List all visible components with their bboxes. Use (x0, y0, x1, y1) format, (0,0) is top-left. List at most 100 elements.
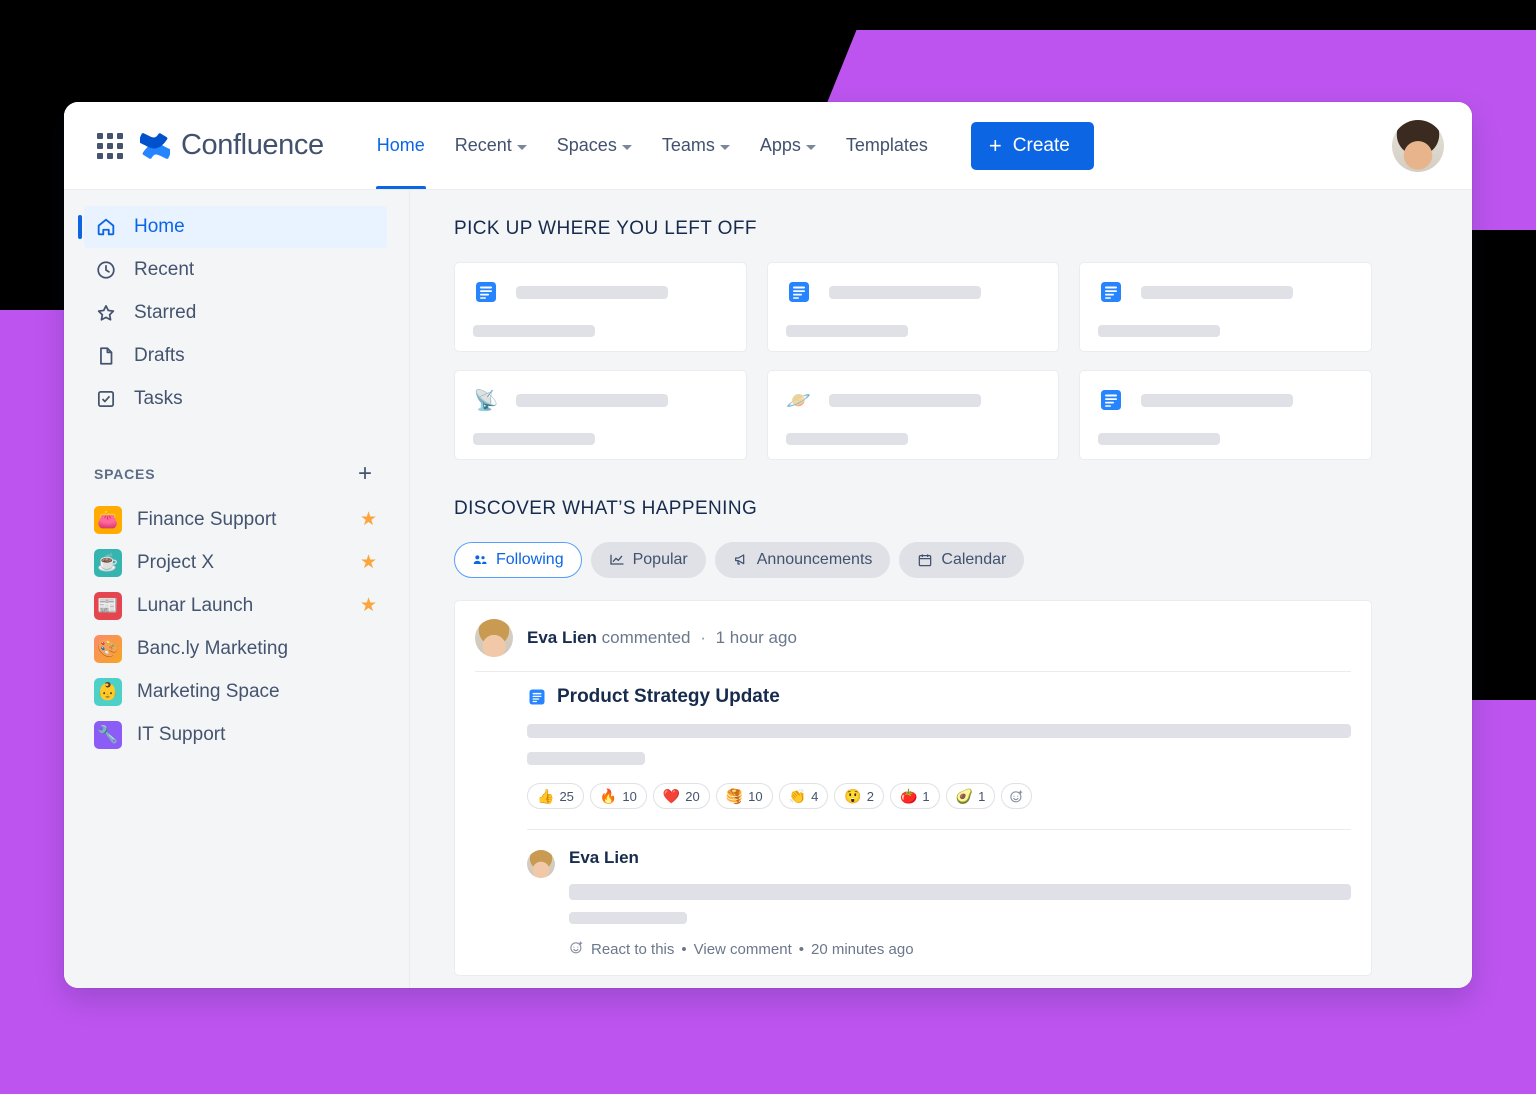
sidebar-item-starred[interactable]: Starred (84, 292, 387, 334)
reaction-count: 20 (685, 788, 700, 804)
pickup-card[interactable]: 🪐 (766, 370, 1060, 460)
reaction-tomato[interactable]: 🍅 1 (889, 783, 940, 809)
add-reaction-icon[interactable] (569, 940, 584, 959)
pickup-card[interactable] (454, 262, 747, 352)
star-icon[interactable]: ★ (360, 596, 377, 615)
pickup-card[interactable] (1079, 262, 1372, 352)
top-nav-items: Home Recent Spaces Teams Apps Templates (362, 102, 943, 189)
reaction-clap[interactable]: 👏 4 (778, 783, 829, 809)
page-icon (94, 344, 118, 368)
card-title-placeholder (828, 393, 981, 407)
pickup-card[interactable] (766, 262, 1060, 352)
separator: • (681, 941, 687, 958)
pickup-section-title: PICK UP WHERE YOU LEFT OFF (454, 218, 757, 239)
nav-item-teams[interactable]: Teams (647, 102, 745, 189)
reaction-astonished[interactable]: 😲 2 (834, 783, 884, 809)
blue-page-icon (1098, 387, 1124, 413)
sidebar: Home Recent Starred Drafts Tasks SPACES … (64, 190, 410, 988)
avatar[interactable] (475, 619, 513, 657)
space-item-project-x[interactable]: ☕ Project X ★ (84, 541, 387, 584)
add-reaction-icon[interactable] (1001, 783, 1033, 809)
space-label: Banc.ly Marketing (137, 637, 289, 659)
blue-page-icon (1098, 279, 1124, 305)
space-item-lunar-launch[interactable]: 📰 Lunar Launch ★ (84, 584, 387, 627)
feed-item-header: Eva Lien commented · 1 hour ago (475, 619, 1351, 672)
comment-placeholder-line (569, 912, 687, 924)
star-icon[interactable]: ★ (360, 553, 377, 572)
feed-action: commented (601, 628, 691, 647)
reaction-thumbsup[interactable]: 👍 25 (527, 783, 584, 809)
nav-item-apps[interactable]: Apps (745, 102, 831, 189)
comment-time: 20 minutes ago (811, 941, 914, 958)
view-comment-link[interactable]: View comment (694, 941, 792, 958)
feed-doc-link[interactable]: Product Strategy Update (527, 686, 1351, 708)
trend-chart-icon (609, 552, 625, 568)
sidebar-item-tasks[interactable]: Tasks (84, 378, 387, 420)
reaction-count: 10 (748, 788, 763, 804)
space-item-bancly-marketing[interactable]: 🎨 Banc.ly Marketing (84, 627, 387, 670)
app-switcher-grid-icon[interactable] (94, 130, 126, 162)
comment-author[interactable]: Eva Lien (569, 848, 1351, 868)
filter-announcements[interactable]: Announcements (714, 542, 891, 578)
excerpt-placeholder-line (527, 724, 1351, 738)
thumbsup-icon: 👍 (537, 788, 555, 804)
space-label: Lunar Launch (137, 594, 254, 616)
reaction-pancakes[interactable]: 🥞 10 (715, 783, 773, 809)
sidebar-item-drafts-label: Drafts (134, 345, 185, 366)
feed-author[interactable]: Eva Lien (527, 628, 597, 647)
plus-icon: + (988, 132, 1002, 158)
blue-page-icon (527, 688, 547, 706)
discover-section-title: DISCOVER WHAT’S HAPPENING (454, 498, 758, 519)
filter-following[interactable]: Following (454, 542, 582, 578)
sidebar-item-drafts[interactable]: Drafts (84, 335, 387, 377)
reaction-count: 1 (922, 788, 930, 804)
space-item-finance-support[interactable]: 👛 Finance Support ★ (84, 498, 387, 541)
nav-item-apps-label: Apps (759, 135, 801, 155)
nav-item-spaces-label: Spaces (556, 135, 617, 155)
clap-icon: 👏 (788, 788, 807, 804)
nav-item-spaces[interactable]: Spaces (542, 102, 647, 189)
blue-page-icon (786, 279, 812, 305)
star-icon[interactable]: ★ (360, 510, 377, 529)
heart-icon: ❤️ (662, 788, 681, 804)
sidebar-item-home-label: Home (134, 216, 185, 237)
nav-item-templates[interactable]: Templates (831, 102, 943, 189)
nav-item-templates-label: Templates (845, 135, 928, 155)
space-icon: 🎨 (94, 634, 122, 663)
card-subtitle-placeholder (1098, 433, 1221, 445)
space-item-marketing-space[interactable]: 👶 Marketing Space (84, 670, 387, 713)
profile-avatar[interactable] (1392, 119, 1444, 172)
sidebar-item-home[interactable]: Home (78, 206, 387, 248)
reaction-count: 4 (811, 788, 819, 804)
nested-comment: Eva Lien React to this • View comment • … (527, 829, 1351, 959)
feed-time: 1 hour ago (715, 628, 797, 647)
pickup-cards-grid: 📡 🪐 (454, 262, 1372, 460)
fire-icon: 🔥 (599, 788, 618, 804)
reaction-fire[interactable]: 🔥 10 (589, 783, 647, 809)
create-button[interactable]: + Create (970, 121, 1094, 170)
filter-announcements-label: Announcements (756, 551, 873, 568)
star-outline-icon (94, 301, 118, 325)
card-subtitle-placeholder (785, 325, 908, 337)
filter-popular[interactable]: Popular (590, 542, 706, 578)
card-title-placeholder (1141, 285, 1294, 299)
space-icon: ☕ (94, 548, 122, 577)
pickup-card[interactable]: 📡 (454, 370, 747, 460)
sidebar-item-recent[interactable]: Recent (84, 249, 387, 291)
nav-item-home[interactable]: Home (362, 102, 440, 189)
feed-doc-title: Product Strategy Update (557, 686, 780, 707)
avatar[interactable] (527, 850, 555, 878)
reaction-avocado[interactable]: 🥑 1 (945, 783, 996, 809)
space-item-it-support[interactable]: 🔧 IT Support (84, 713, 387, 756)
filter-calendar[interactable]: Calendar (899, 542, 1025, 578)
add-space-icon[interactable]: + (353, 462, 377, 486)
nav-item-home-label: Home (376, 135, 425, 155)
pickup-card[interactable] (1079, 370, 1372, 460)
checkbox-icon (94, 387, 118, 411)
reaction-heart[interactable]: ❤️ 20 (652, 783, 710, 809)
confluence-brand-link[interactable]: Confluence (138, 129, 324, 162)
megaphone-icon (733, 552, 749, 568)
nav-item-recent[interactable]: Recent (440, 102, 542, 189)
filter-following-label: Following (496, 551, 564, 568)
react-to-this-link[interactable]: React to this (591, 941, 674, 958)
